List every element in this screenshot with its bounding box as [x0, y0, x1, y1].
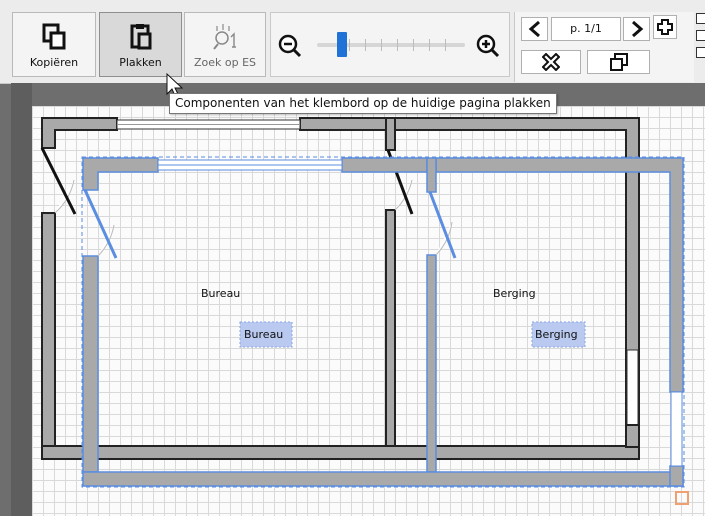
- window-right-copy[interactable]: [670, 391, 683, 467]
- floor-plan[interactable]: Bureau Berging Bureau Berging: [0, 0, 705, 516]
- wall-segment: [341, 157, 428, 173]
- wall-segment: [82, 255, 99, 473]
- room-label-berging: Berging: [493, 287, 536, 300]
- tooltip: Componenten van het klembord op de huidi…: [169, 93, 557, 114]
- wall-segment: [41, 445, 640, 460]
- wall-segment: [82, 471, 684, 487]
- wall-segment: [435, 157, 684, 393]
- wall-segment: [41, 212, 56, 447]
- resize-handle[interactable]: [675, 491, 689, 505]
- wall-segment: [669, 465, 684, 487]
- room-tag-label-berging: Berging: [535, 328, 578, 341]
- wall-segment: [82, 157, 159, 191]
- room-tag-label-bureau: Bureau: [244, 328, 283, 341]
- wall-segment: [385, 209, 396, 447]
- room-label-bureau: Bureau: [201, 287, 240, 300]
- wall-segment: [41, 117, 118, 149]
- wall-segment: [426, 254, 437, 473]
- wall-segment: [426, 157, 437, 193]
- door-leaf-copy[interactable]: [83, 189, 118, 259]
- wall-segment: [299, 117, 387, 131]
- selection-box[interactable]: [81, 156, 685, 488]
- wall-segment: [385, 117, 396, 151]
- wall-segment[interactable]: [625, 424, 640, 448]
- pasted-walls[interactable]: [82, 157, 684, 487]
- door-leaf[interactable]: [40, 147, 77, 215]
- window-right[interactable]: [626, 349, 639, 426]
